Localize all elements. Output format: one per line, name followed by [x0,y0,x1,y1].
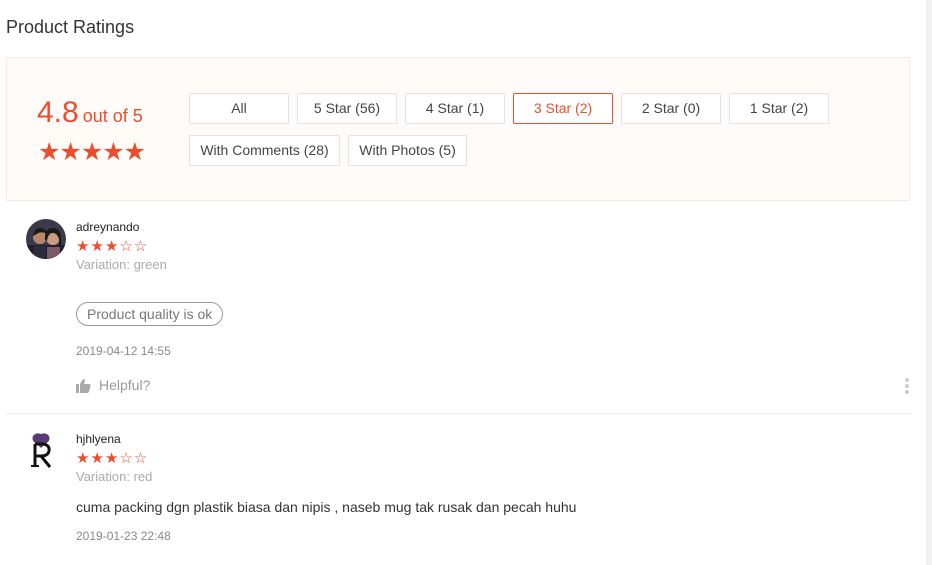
more-vertical-icon[interactable] [905,378,911,396]
thumbs-up-icon [76,379,91,394]
review-variation: Variation: green [76,257,167,272]
page-edge [926,0,932,565]
review-stars: ★★★☆☆ [76,450,149,467]
filter-5-star-button[interactable]: 5 Star (56) [297,93,397,124]
helpful-label: Helpful? [99,377,151,393]
rating-score-suffix: out of 5 [82,106,143,126]
avatar-photo [26,219,66,259]
avatar[interactable] [26,430,66,470]
rating-score-value: 4.8 [37,96,79,129]
review-divider [6,413,912,414]
review-username[interactable]: hjhlyena [76,432,121,446]
filter-2-star-button[interactable]: 2 Star (0) [621,93,721,124]
rating-summary-panel: 4.8 out of 5 ★★★★★ All 5 Star (56) 4 Star… [6,57,910,201]
filter-with-photos-button[interactable]: With Photos (5) [348,135,467,166]
avatar[interactable] [26,219,66,259]
rating-summary-stars: ★★★★★ [38,138,146,166]
review-tag: Product quality is ok [76,302,224,326]
review-date: 2019-04-12 14:55 [76,344,171,358]
review-stars: ★★★☆☆ [76,238,149,255]
review-date: 2019-01-23 22:48 [76,529,171,543]
filter-with-comments-button[interactable]: With Comments (28) [189,135,340,166]
review-username[interactable]: adreynando [76,220,139,234]
helpful-button[interactable]: Helpful? [76,377,151,394]
filter-4-star-button[interactable]: 4 Star (1) [405,93,505,124]
rating-score: 4.8 out of 5 [37,96,143,130]
filter-1-star-button[interactable]: 1 Star (2) [729,93,829,124]
filter-3-star-button[interactable]: 3 Star (2) [513,93,613,124]
avatar-logo [26,430,66,470]
page-title: Product Ratings [6,17,135,37]
review-comment: cuma packing dgn plastik biasa dan nipis… [76,499,577,515]
filter-all-button[interactable]: All [189,93,289,124]
review-variation: Variation: red [76,469,153,484]
